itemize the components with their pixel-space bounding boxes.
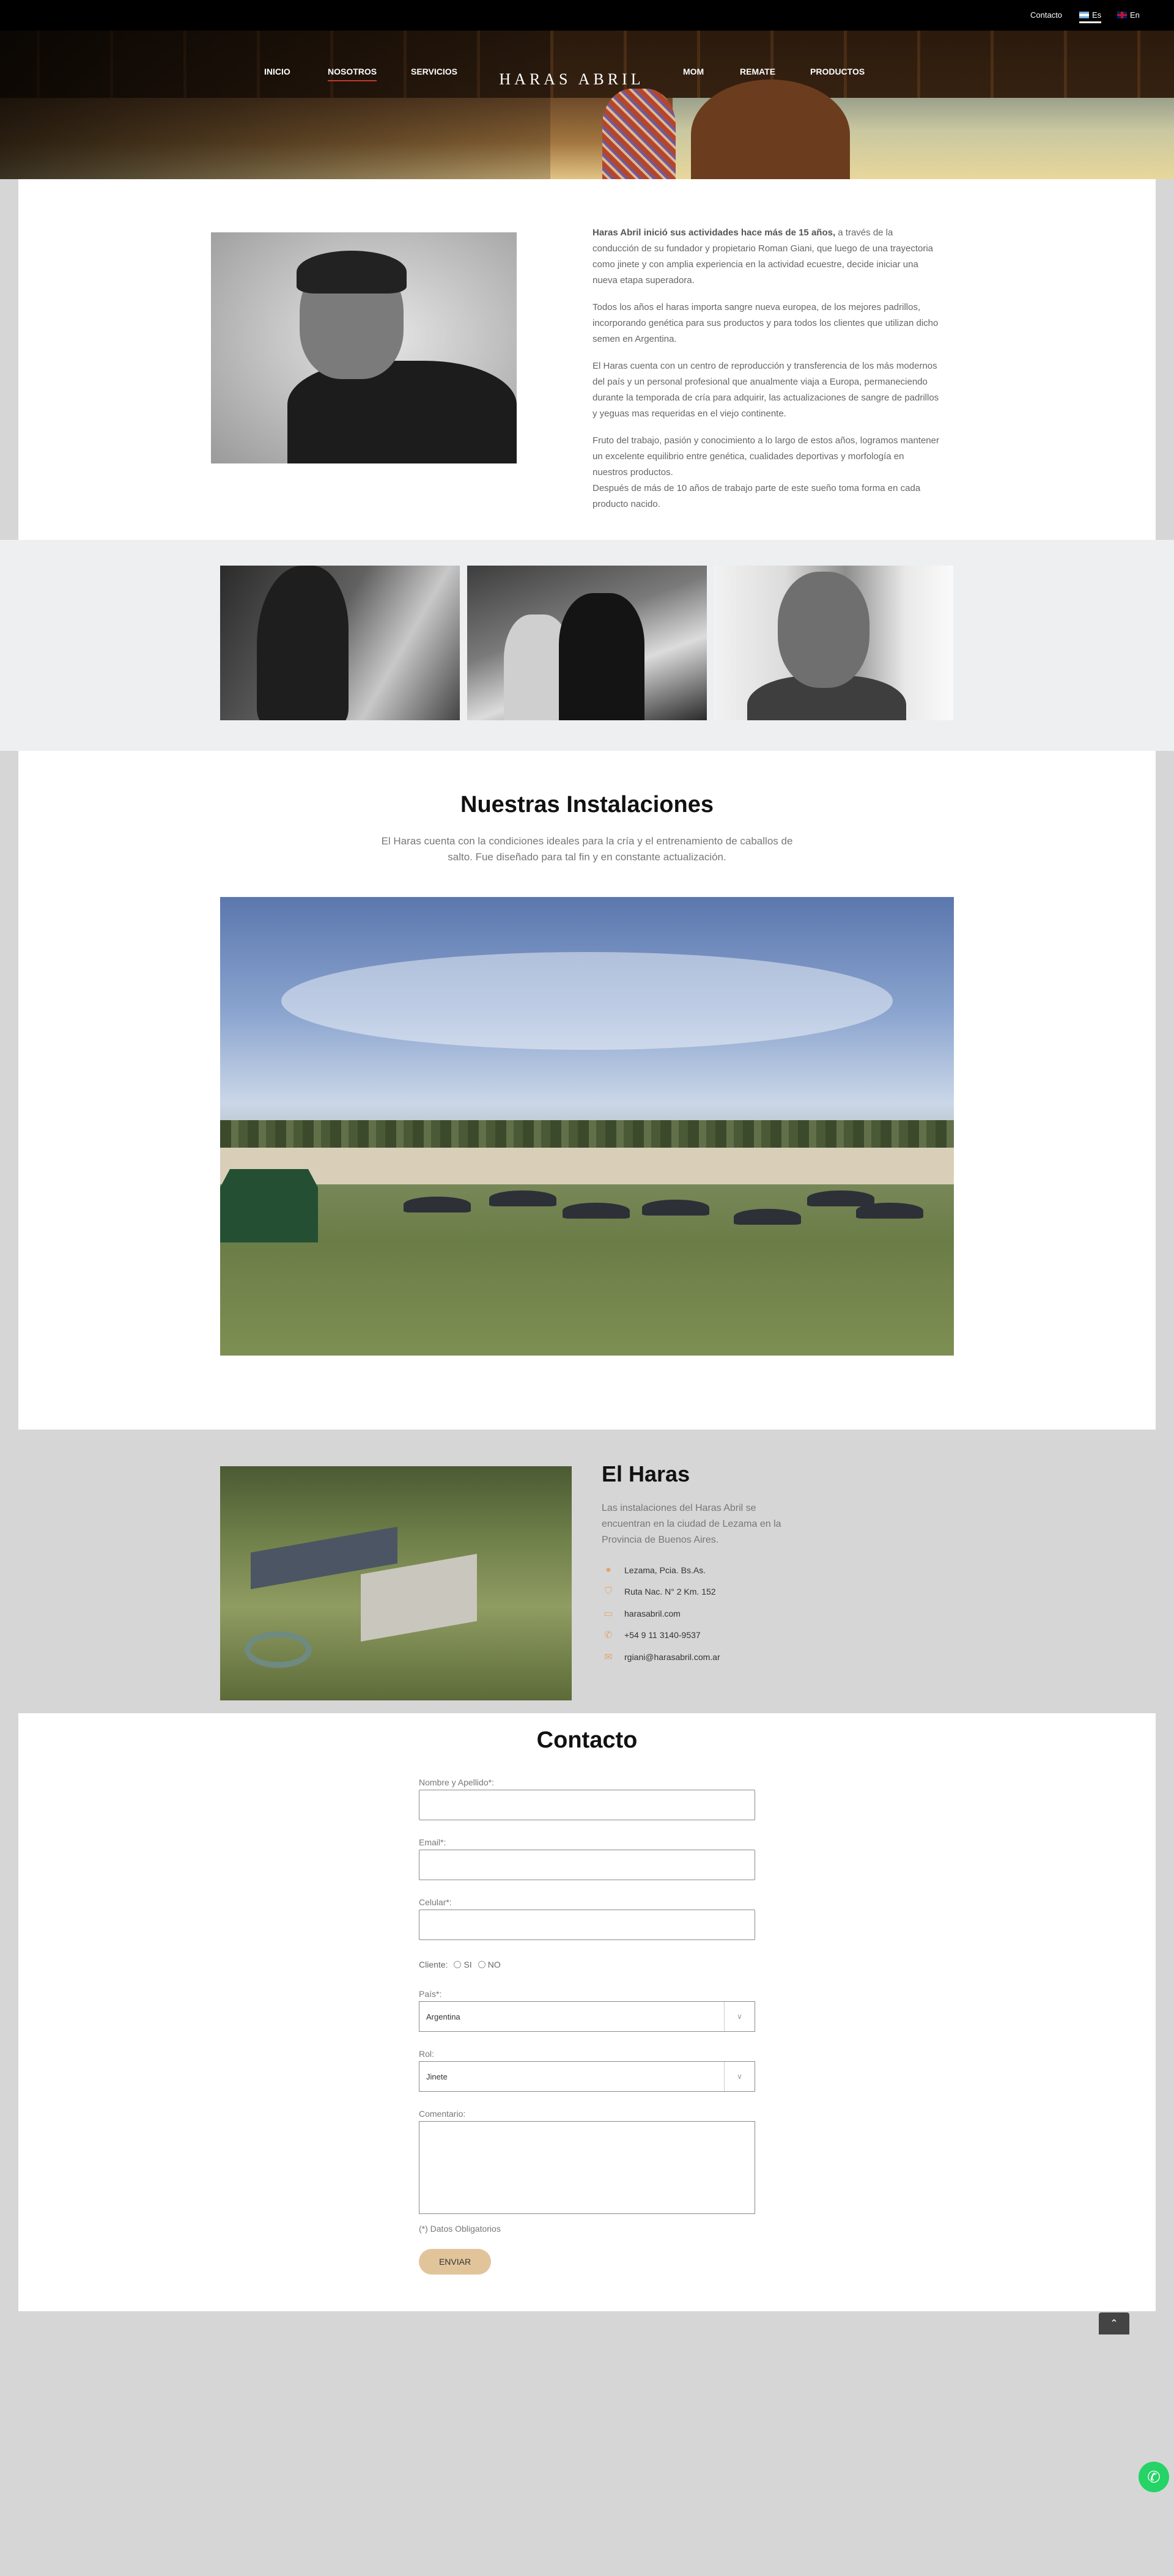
email-link[interactable]: rgiani@harasabril.com.ar [624, 1652, 720, 1662]
aerial-farm-photo [220, 1466, 572, 1700]
nav-remate[interactable]: REMATE [740, 67, 775, 76]
country-label: País*: [419, 1989, 442, 1999]
gallery-rider-portrait[interactable] [714, 566, 953, 720]
comment-textarea[interactable] [419, 2121, 755, 2214]
haras-info: El Haras Las instalaciones del Haras Abr… [602, 1461, 803, 1668]
argentina-flag-icon [1079, 12, 1089, 18]
about-paragraph-5: Después de más de 10 años de trabajo par… [593, 483, 921, 509]
contact-section: Contacto Nombre y Apellido*: Email*: Cel… [18, 1713, 1156, 2311]
haras-title: El Haras [602, 1461, 690, 1486]
about-text: Haras Abril inició sus actividades hace … [593, 225, 941, 523]
chevron-down-icon: ∨ [724, 2062, 755, 2091]
whatsapp-float-button[interactable]: ✆ [1139, 2462, 1169, 2492]
required-note: (*) Datos Obligatorios [419, 2224, 501, 2234]
whatsapp-icon: ✆ [604, 1630, 613, 1641]
installations-photo [220, 897, 954, 1356]
gallery-horse-photo[interactable] [220, 566, 460, 720]
email-row[interactable]: ✉ rgiani@harasabril.com.ar [602, 1646, 803, 1668]
send-button[interactable]: ENVIAR [419, 2249, 491, 2275]
founder-photo [211, 232, 517, 463]
client-label: Cliente: [419, 1960, 448, 1969]
comment-label: Comentario: [419, 2109, 466, 2119]
nav-inicio[interactable]: INICIO [264, 67, 290, 76]
nav-servicios[interactable]: SERVICIOS [411, 67, 457, 76]
about-paragraph-3: El Haras cuenta con un centro de reprodu… [593, 361, 939, 419]
name-input[interactable] [419, 1790, 755, 1820]
chevron-down-icon: ∨ [724, 2002, 755, 2031]
gallery-riders-photo[interactable] [467, 566, 707, 720]
website-row[interactable]: ▭ harasabril.com [602, 1603, 803, 1625]
about-paragraph-2: Todos los años el haras importa sangre n… [593, 302, 939, 344]
back-to-top-button[interactable]: ⌃ [1099, 2312, 1129, 2334]
name-label: Nombre y Apellido*: [419, 1777, 494, 1787]
role-select[interactable]: Jinete ∨ [419, 2061, 755, 2092]
cell-label: Celular*: [419, 1897, 452, 1907]
lang-es-link[interactable]: Es [1079, 10, 1102, 23]
route-row: ⛉ Ruta Nac. N° 2 Km. 152 [602, 1581, 803, 1603]
nav-productos[interactable]: PRODUCTOS [810, 67, 865, 76]
nav-mom[interactable]: MoM [683, 67, 704, 76]
country-select[interactable]: Argentina ∨ [419, 2001, 755, 2032]
website-link[interactable]: harasabril.com [624, 1609, 681, 1618]
top-contact-link[interactable]: Contacto [1030, 10, 1062, 20]
phone-row[interactable]: ✆ +54 9 11 3140-9537 [602, 1625, 803, 1647]
laptop-icon: ▭ [604, 1608, 613, 1619]
chevron-up-icon: ⌃ [1110, 2319, 1118, 2329]
client-yes-radio[interactable]: SI [454, 1960, 472, 1969]
installations-subtitle: El Haras cuenta con la condiciones ideal… [381, 835, 793, 863]
whatsapp-icon: ✆ [1147, 2467, 1161, 2486]
location-row: ● Lezama, Pcia. Bs.As. [602, 1559, 803, 1581]
lang-en-link[interactable]: En [1117, 10, 1140, 20]
phone-link[interactable]: +54 9 11 3140-9537 [624, 1630, 701, 1640]
installations-title: Nuestras Instalaciones [460, 792, 714, 817]
cell-input[interactable] [419, 1910, 755, 1940]
contact-title: Contacto [536, 1727, 638, 1753]
uk-flag-icon [1117, 12, 1127, 18]
client-radio-group: Cliente: SI NO [419, 1957, 755, 1989]
role-label: Rol: [419, 2049, 434, 2059]
about-paragraph-4: Fruto del trabajo, pasión y conocimiento… [593, 435, 939, 478]
map-pin-icon: ● [605, 1564, 611, 1575]
route-shield-icon: ⛉ [604, 1586, 612, 1597]
top-bar: Contacto Es En [0, 0, 1174, 31]
contact-form: Nombre y Apellido*: Email*: Celular*: Cl… [419, 1777, 755, 2275]
hero-banner [0, 31, 1174, 179]
nav-nosotros[interactable]: NOSOTROS [328, 67, 377, 81]
email-label: Email*: [419, 1837, 446, 1847]
lang-en-label: En [1130, 10, 1140, 20]
about-section [18, 179, 1156, 540]
lang-es-label: Es [1092, 10, 1102, 20]
client-no-radio[interactable]: NO [478, 1960, 501, 1969]
footer [0, 2334, 1174, 2576]
hero-rider-figure [602, 89, 676, 179]
email-input[interactable] [419, 1850, 755, 1880]
site-logo[interactable]: HARAS ABRIL [498, 70, 645, 89]
envelope-icon: ✉ [604, 1652, 613, 1663]
about-paragraph-1: Haras Abril inició sus actividades hace … [593, 227, 934, 286]
haras-description: Las instalaciones del Haras Abril se enc… [602, 1503, 781, 1545]
